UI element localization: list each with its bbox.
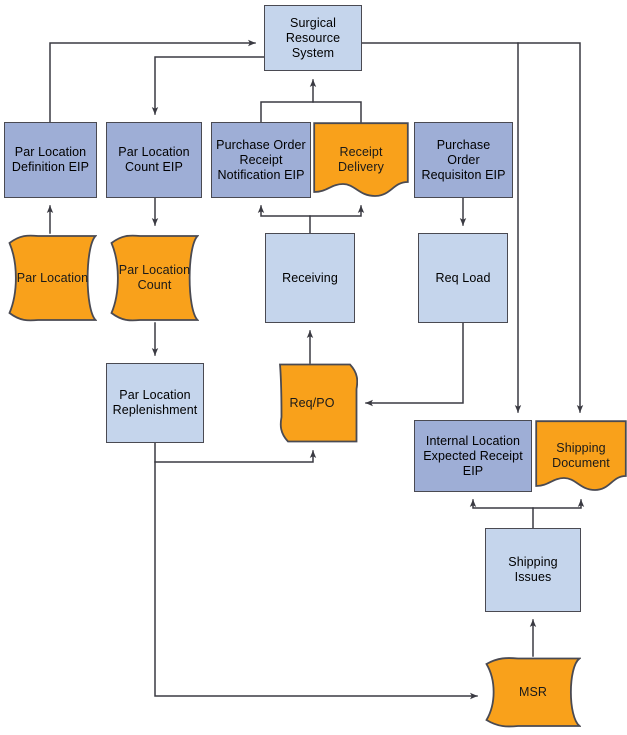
edge-replenishment-to-msr	[154, 461, 478, 700]
node-label: Req Load	[435, 270, 491, 285]
edge-receiving-split-right	[309, 205, 365, 217]
node-par-location-count[interactable]: Par Location Count	[110, 233, 199, 323]
node-par-location-definition-eip[interactable]: Par Location Definition EIP	[4, 122, 97, 198]
edge-receiving-split	[257, 205, 311, 234]
node-shipping-document[interactable]: Shipping Document	[535, 420, 627, 492]
node-label: Purchase Order Receipt Notification EIP	[216, 137, 306, 182]
edge-shipping-issues-split-right	[532, 499, 585, 509]
node-surgical-resource-system[interactable]: Surgical Resource System	[264, 5, 362, 71]
node-shipping-issues[interactable]: Shipping Issues	[485, 528, 581, 612]
node-label: Req/PO	[289, 395, 335, 410]
node-purchase-order-receipt-notification-eip[interactable]: Purchase Order Receipt Notification EIP	[211, 122, 311, 198]
node-label: Receipt Delivery	[338, 145, 384, 174]
node-receiving[interactable]: Receiving	[265, 233, 355, 323]
node-par-location[interactable]: Par Location	[8, 233, 97, 323]
node-label: Shipping Document	[552, 441, 610, 470]
node-label: Shipping Issues	[508, 555, 558, 584]
node-label: Par Location Count	[118, 263, 191, 292]
node-receipt-delivery[interactable]: Receipt Delivery	[313, 122, 409, 198]
node-par-location-count-eip[interactable]: Par Location Count EIP	[106, 122, 202, 198]
node-label: MSR	[518, 684, 548, 699]
node-label: Receiving	[282, 270, 338, 285]
edge-po-receipt-notification-to-srs	[260, 101, 362, 123]
edge-srs-to-shipping-document	[517, 42, 584, 413]
node-label: Par Location Definition EIP	[11, 145, 90, 174]
node-req-po[interactable]: Req/PO	[266, 363, 358, 443]
flowchart-canvas: Surgical Resource System Par Location De…	[0, 0, 627, 735]
node-purchase-order-requisiton-eip[interactable]: Purchase Order Requisiton EIP	[414, 122, 513, 198]
edge-par-location-definition-to-srs	[49, 39, 256, 123]
node-label: Par Location Replenishment	[112, 388, 198, 417]
edge-replenishment-to-req-po	[154, 442, 317, 463]
node-label: Internal Location Expected Receipt EIP	[423, 433, 523, 478]
node-internal-location-expected-receipt-eip[interactable]: Internal Location Expected Receipt EIP	[414, 420, 532, 492]
edge-srs-to-par-location-count-eip	[151, 56, 265, 115]
edge-srs-to-internal-location-eip	[361, 42, 522, 413]
node-label: Par Location	[16, 270, 89, 285]
node-msr[interactable]: MSR	[485, 656, 581, 728]
node-label: Purchase Order Requisiton EIP	[421, 137, 506, 182]
node-par-location-replenishment[interactable]: Par Location Replenishment	[106, 363, 204, 443]
node-label: Par Location Count EIP	[118, 145, 190, 174]
edge-req-load-to-req-po	[365, 322, 464, 407]
edge-shipping-issues-split-left	[469, 499, 534, 529]
node-req-load[interactable]: Req Load	[418, 233, 508, 323]
node-label: Surgical Resource System	[285, 15, 341, 60]
